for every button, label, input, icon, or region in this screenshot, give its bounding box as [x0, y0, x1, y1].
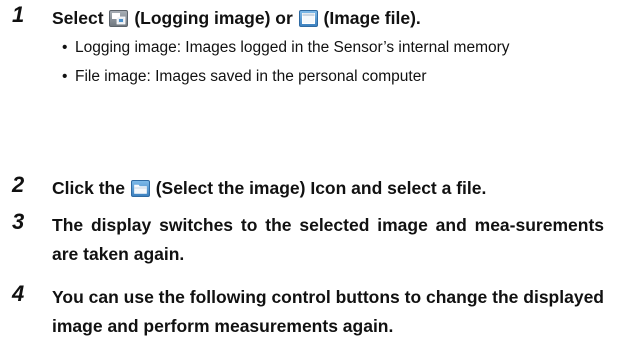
step-4-instruction: You can use the following control button…	[52, 283, 604, 341]
step-number: 4	[12, 281, 25, 306]
step-list: 1 Select (Logging image) or (Image file)…	[0, 0, 617, 358]
bullet-list: Logging image: Images logged in the Sens…	[62, 34, 604, 91]
step-text-segment: Select	[52, 8, 104, 28]
image-file-icon	[298, 10, 318, 27]
step-text-segment: (Logging image) or	[134, 8, 293, 28]
step-3-text: The display switches to the selected ima…	[52, 215, 604, 264]
step-number: 1	[12, 2, 25, 27]
select-image-folder-icon	[130, 180, 150, 197]
step-text-segment: Click the	[52, 178, 125, 198]
step-2-instruction: Click the (Select the image) Icon and se…	[52, 174, 604, 203]
step-number: 3	[12, 209, 25, 234]
logging-image-icon	[109, 10, 129, 27]
step-4-text: You can use the following control button…	[52, 287, 604, 336]
step-3-instruction: The display switches to the selected ima…	[52, 211, 604, 269]
step-text-segment: (Select the image) Icon and select a fil…	[155, 178, 487, 198]
step-number: 2	[12, 172, 25, 197]
bullet-logging-image: Logging image: Images logged in the Sens…	[62, 34, 604, 63]
step-text-segment: (Image file).	[323, 8, 421, 28]
bullet-file-image: File image: Images saved in the personal…	[62, 63, 604, 92]
step-1-instruction: Select (Logging image) or (Image file).	[52, 4, 604, 33]
